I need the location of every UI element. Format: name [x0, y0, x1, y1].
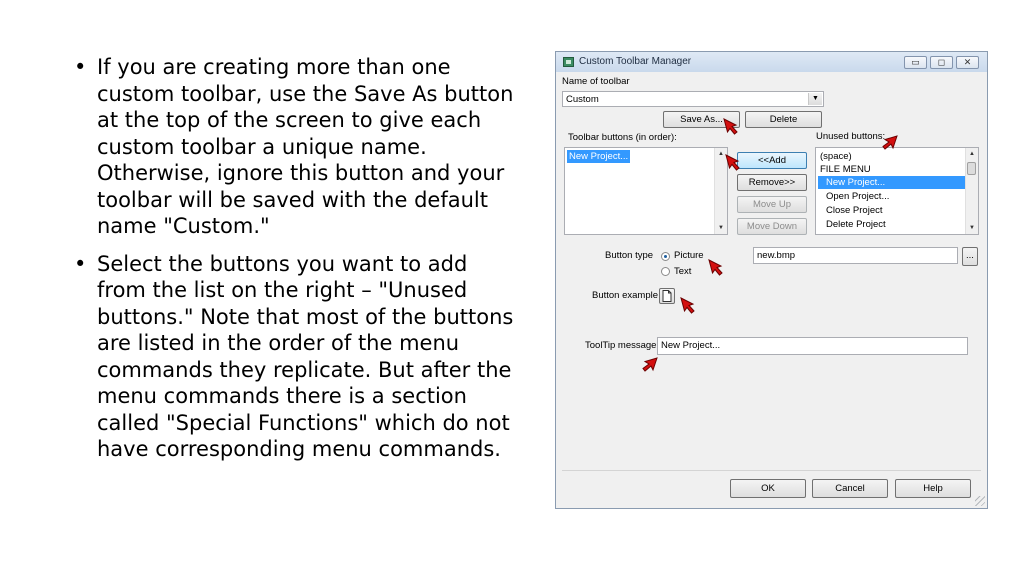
- pointer-arrow-icon: [708, 259, 723, 276]
- pointer-arrow-icon: [642, 357, 658, 372]
- unused-buttons-list[interactable]: (space) FILE MENU New Project... Open Pr…: [815, 147, 979, 235]
- close-button[interactable]: ✕: [956, 56, 979, 69]
- chevron-down-icon[interactable]: ▼: [808, 93, 822, 105]
- picture-radio-label[interactable]: Picture: [674, 250, 704, 261]
- bullet-marker: •: [74, 55, 87, 79]
- tooltip-field[interactable]: New Project...: [657, 337, 968, 355]
- scrollbar[interactable]: ▲ ▼: [965, 148, 978, 234]
- scroll-down-icon[interactable]: ▼: [966, 222, 978, 234]
- tooltip-label: ToolTip message:: [585, 340, 660, 351]
- toolbar-name-value: Custom: [566, 94, 599, 105]
- picture-radio[interactable]: [661, 252, 670, 261]
- bullet-text: Select the buttons you want to add from …: [97, 251, 514, 462]
- pointer-arrow-icon: [882, 135, 898, 150]
- scroll-thumb[interactable]: [967, 162, 976, 175]
- pointer-arrow-icon: [723, 118, 738, 135]
- scroll-up-icon[interactable]: ▲: [966, 148, 978, 160]
- list-item[interactable]: Open Project...: [818, 190, 891, 203]
- bullet-item: • Select the buttons you want to add fro…: [74, 251, 514, 463]
- list-item[interactable]: FILE MENU: [818, 163, 873, 176]
- custom-toolbar-manager-dialog: Custom Toolbar Manager ▭ ◻ ✕ Name of too…: [555, 51, 988, 509]
- list-item[interactable]: New Project...: [567, 150, 631, 163]
- title-bar[interactable]: Custom Toolbar Manager ▭ ◻ ✕: [556, 52, 987, 72]
- list-item[interactable]: (space): [818, 150, 854, 163]
- bullet-text: If you are creating more than one custom…: [97, 55, 514, 238]
- bullet-marker: •: [74, 251, 87, 276]
- new-document-icon: [662, 290, 672, 302]
- text-radio[interactable]: [661, 267, 670, 276]
- toolbar-buttons-label: Toolbar buttons (in order):: [568, 132, 677, 143]
- toolbar-buttons-list[interactable]: New Project... ▲ ▼: [564, 147, 728, 235]
- bullet-item: • If you are creating more than one cust…: [74, 54, 514, 240]
- button-type-label: Button type: [605, 250, 654, 261]
- pointer-arrow-icon: [725, 154, 740, 171]
- cancel-button[interactable]: Cancel: [812, 479, 888, 498]
- remove-button[interactable]: Remove>>: [737, 174, 807, 191]
- divider: [562, 470, 981, 471]
- scroll-down-icon[interactable]: ▼: [715, 222, 727, 234]
- window-title: Custom Toolbar Manager: [579, 56, 692, 67]
- delete-button[interactable]: Delete: [745, 111, 822, 128]
- bullet-list: • If you are creating more than one cust…: [74, 54, 514, 474]
- app-icon: [563, 57, 574, 67]
- pointer-arrow-icon: [680, 297, 695, 314]
- list-item[interactable]: New Project...: [818, 176, 971, 189]
- move-up-button[interactable]: Move Up: [737, 196, 807, 213]
- picture-file-field[interactable]: new.bmp: [753, 247, 958, 264]
- browse-button[interactable]: ...: [962, 247, 978, 266]
- text-radio-label[interactable]: Text: [674, 266, 691, 277]
- unused-buttons-label: Unused buttons:: [816, 131, 886, 142]
- ok-button[interactable]: OK: [730, 479, 806, 498]
- help-button[interactable]: Help: [895, 479, 971, 498]
- add-button[interactable]: <<Add: [737, 152, 807, 169]
- move-down-button[interactable]: Move Down: [737, 218, 807, 235]
- list-item[interactable]: Delete Project: [818, 218, 888, 231]
- maximize-button[interactable]: ◻: [930, 56, 953, 69]
- button-example-label: Button example: [592, 290, 659, 301]
- resize-grip-icon[interactable]: [975, 496, 985, 506]
- toolbar-name-label: Name of toolbar: [562, 76, 630, 87]
- minimize-button[interactable]: ▭: [904, 56, 927, 69]
- button-example-preview[interactable]: [659, 288, 675, 304]
- toolbar-name-dropdown[interactable]: Custom ▼: [562, 91, 824, 107]
- list-item[interactable]: Close Project: [818, 204, 885, 217]
